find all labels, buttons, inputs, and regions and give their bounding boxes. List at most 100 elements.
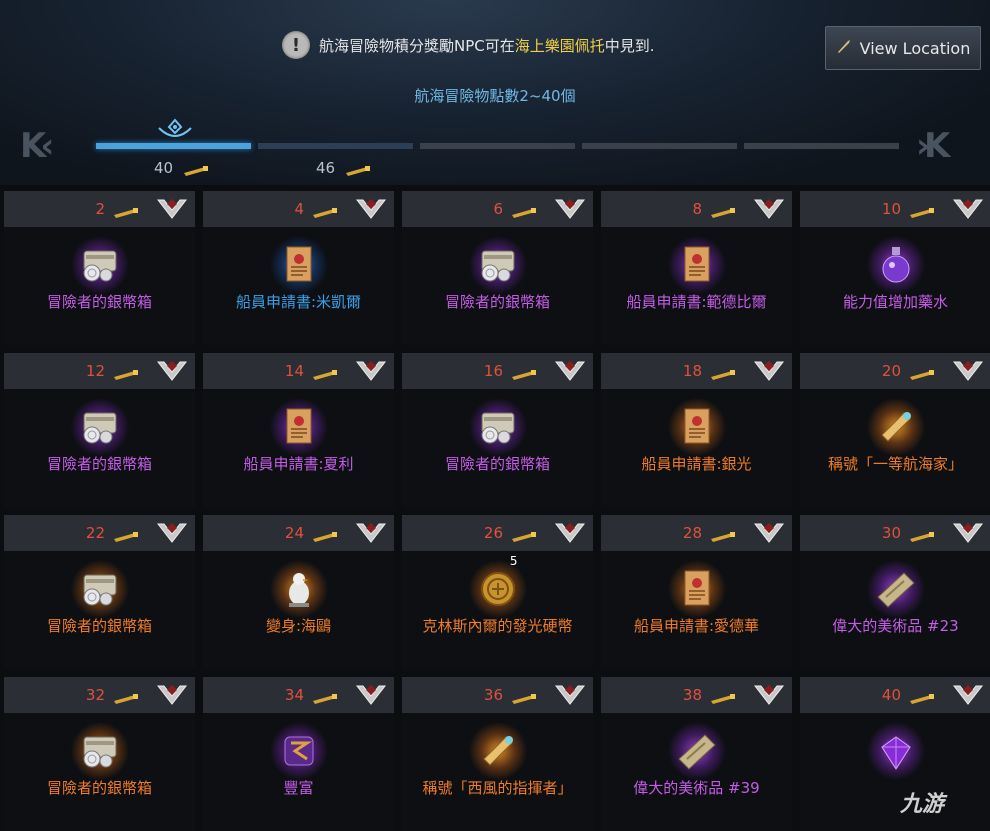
reward-points: 2	[95, 200, 105, 218]
potion-icon[interactable]	[865, 236, 926, 294]
spyglass-icon	[511, 204, 537, 218]
spyglass-icon	[909, 204, 935, 218]
spyglass-icon	[113, 690, 139, 704]
view-location-button[interactable]: View Location	[825, 26, 981, 70]
reward-cell[interactable]: 14 船員申請書:夏利	[203, 353, 394, 507]
reward-cell-header: 8	[601, 191, 792, 227]
reward-cell[interactable]: 28 船員申請書:愛德華	[601, 515, 792, 669]
reward-cell[interactable]: 10 能力值增加藥水	[800, 191, 990, 345]
current-position-marker-icon	[158, 118, 192, 137]
silver-coin-chest-icon[interactable]	[69, 398, 130, 456]
reward-item-name: 冒險者的銀幣箱	[444, 293, 550, 311]
milestone-2: 46	[316, 159, 371, 177]
reward-status-badge-icon	[951, 682, 985, 708]
gold-coin-icon[interactable]: 5	[467, 554, 528, 618]
reward-status-badge-icon	[951, 520, 985, 546]
reward-points: 20	[881, 362, 901, 380]
reward-points: 34	[284, 686, 304, 704]
silver-coin-chest-icon[interactable]	[69, 236, 130, 294]
reward-item-name: 冒險者的銀幣箱	[46, 293, 152, 311]
title-scroll-icon[interactable]	[865, 398, 926, 456]
reward-cell[interactable]: 2 冒險者的銀幣箱	[4, 191, 195, 345]
reward-cell[interactable]: 22 冒險者的銀幣箱	[4, 515, 195, 669]
crew-application-icon[interactable]	[666, 236, 727, 294]
reward-cell-header: 32	[4, 677, 195, 713]
reward-grid: 2 冒險者的銀幣箱 4 船員申請書:米凱爾 6 冒險者的銀幣箱 8 船員申請書:範德比爾 10 能…	[4, 191, 990, 831]
reward-item-name: 克林斯內爾的發光硬幣	[422, 617, 573, 635]
reward-cell-header: 34	[203, 677, 394, 713]
gem-icon[interactable]	[865, 722, 926, 780]
reward-cell-header: 40	[800, 677, 990, 713]
reward-cell[interactable]: 16 冒險者的銀幣箱	[402, 353, 593, 507]
points-range-label: 航海冒險物點數2~40個	[414, 87, 576, 105]
silver-coin-chest-icon[interactable]	[69, 722, 130, 780]
reward-points: 22	[85, 524, 105, 542]
reward-item-name: 變身:海鷗	[265, 617, 332, 635]
spyglass-icon	[511, 690, 537, 704]
npc-notice: ! 航海冒險物積分獎勵NPC可在 海上樂園佩托 中見到.	[282, 30, 655, 60]
silver-coin-chest-icon[interactable]	[467, 398, 528, 456]
reward-item-name: 船員申請書:銀光	[641, 455, 752, 473]
spyglass-icon	[710, 366, 736, 380]
reward-status-badge-icon	[553, 682, 587, 708]
reward-cell-header: 4	[203, 191, 394, 227]
artwork-icon[interactable]	[865, 560, 926, 618]
reward-cell[interactable]: 4 船員申請書:米凱爾	[203, 191, 394, 345]
title-scroll-icon[interactable]	[467, 722, 528, 780]
reward-cell-header: 36	[402, 677, 593, 713]
silver-coin-chest-icon[interactable]	[467, 236, 528, 294]
reward-cell[interactable]: 6 冒險者的銀幣箱	[402, 191, 593, 345]
reward-status-badge-icon	[752, 682, 786, 708]
last-page-button[interactable]: ›K	[916, 126, 950, 166]
spyglass-icon	[511, 366, 537, 380]
reward-status-badge-icon	[155, 520, 189, 546]
spyglass-icon	[312, 690, 338, 704]
spyglass-icon	[312, 528, 338, 542]
reward-status-badge-icon	[155, 196, 189, 222]
reward-cell[interactable]: 38 偉大的美術品 #39	[601, 677, 792, 831]
reward-cell[interactable]: 26 5 克林斯內爾的發光硬幣	[402, 515, 593, 669]
notice-highlight: 海上樂園佩托	[514, 36, 605, 55]
reward-cell[interactable]: 24 變身:海鷗	[203, 515, 394, 669]
milestone-1: 40	[154, 159, 209, 177]
reward-item-name: 冒險者的銀幣箱	[444, 455, 550, 473]
reward-cell[interactable]: 36 稱號「西風的指揮者」	[402, 677, 593, 831]
crew-application-icon[interactable]	[268, 398, 329, 456]
reward-item-name: 豐富	[283, 779, 314, 797]
spyglass-icon	[511, 528, 537, 542]
reward-cell[interactable]: 32 冒險者的銀幣箱	[4, 677, 195, 831]
spyglass-icon	[710, 690, 736, 704]
reward-item-name: 稱號「一等航海家」	[827, 455, 963, 473]
reward-cell[interactable]: 30 偉大的美術品 #23	[800, 515, 990, 669]
rune-icon[interactable]	[268, 722, 329, 780]
artwork-icon[interactable]	[666, 722, 727, 780]
crew-application-icon[interactable]	[666, 560, 727, 618]
spyglass-icon	[312, 204, 338, 218]
first-page-button[interactable]: K‹	[20, 126, 54, 166]
crew-application-icon[interactable]	[666, 398, 727, 456]
reward-cell-header: 16	[402, 353, 593, 389]
crew-application-icon[interactable]	[268, 236, 329, 294]
reward-cell[interactable]: 40	[800, 677, 990, 831]
reward-status-badge-icon	[155, 682, 189, 708]
spyglass-icon	[710, 528, 736, 542]
notice-prefix: 航海冒險物積分獎勵NPC可在	[319, 36, 515, 55]
reward-cell[interactable]: 12 冒險者的銀幣箱	[4, 353, 195, 507]
reward-cell[interactable]: 34 豐富	[203, 677, 394, 831]
reward-cell[interactable]: 8 船員申請書:範德比爾	[601, 191, 792, 345]
reward-points: 28	[682, 524, 702, 542]
silver-coin-chest-icon[interactable]	[69, 560, 130, 618]
reward-item-name: 冒險者的銀幣箱	[46, 455, 152, 473]
reward-points: 24	[284, 524, 304, 542]
reward-status-badge-icon	[155, 358, 189, 384]
reward-points: 12	[85, 362, 105, 380]
reward-cell[interactable]: 20 稱號「一等航海家」	[800, 353, 990, 507]
reward-cell-header: 20	[800, 353, 990, 389]
reward-points: 40	[881, 686, 901, 704]
reward-cell-header: 18	[601, 353, 792, 389]
seagull-icon[interactable]	[268, 560, 329, 618]
reward-points: 18	[682, 362, 702, 380]
spyglass-icon	[183, 163, 209, 176]
reward-cell-header: 22	[4, 515, 195, 551]
reward-cell[interactable]: 18 船員申請書:銀光	[601, 353, 792, 507]
